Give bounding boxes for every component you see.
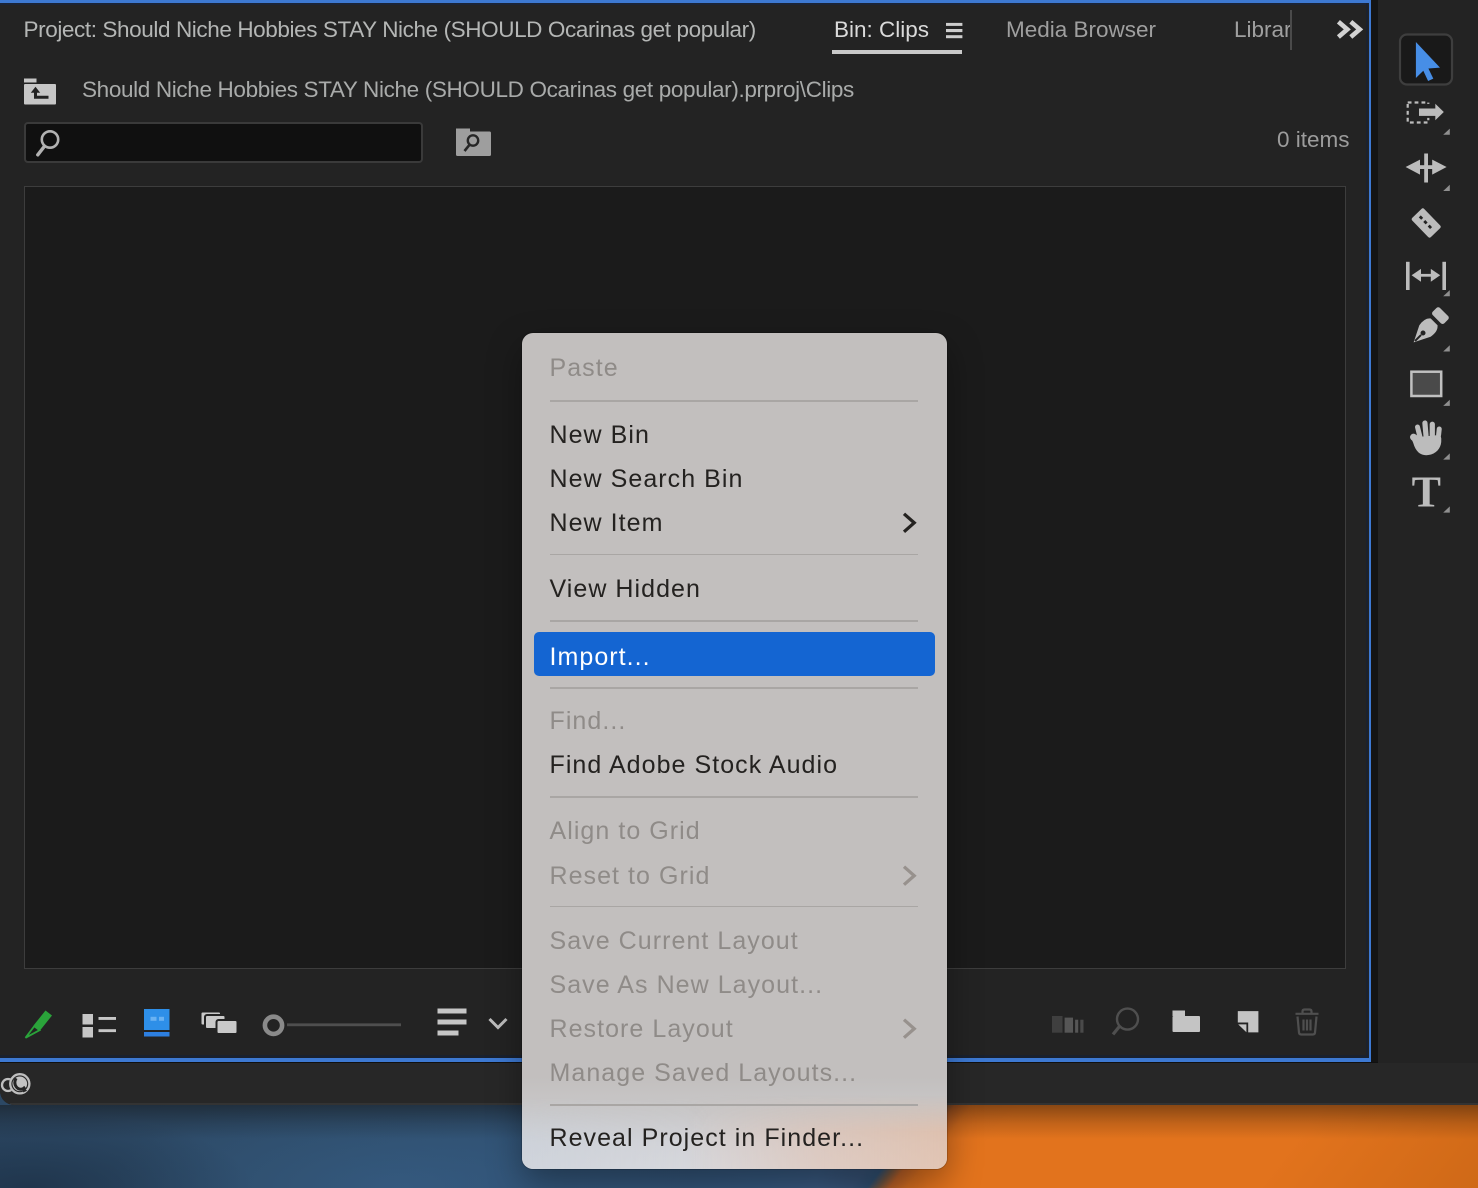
svg-text:T: T	[1412, 468, 1441, 517]
